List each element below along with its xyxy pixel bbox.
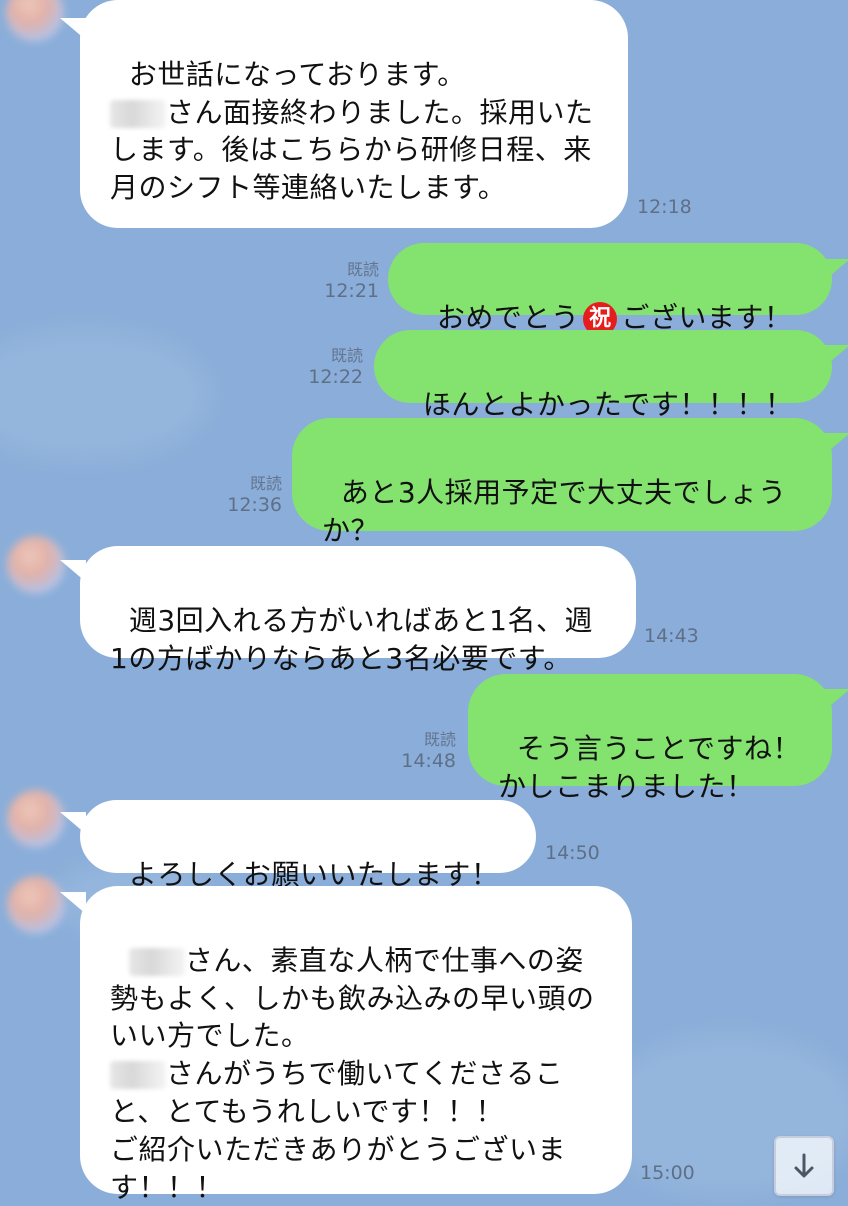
bubble-tail [824,345,848,367]
message-bubble-outgoing[interactable]: おめでとう祝ございます！ [388,243,832,336]
message-text: ほんとよかったです！！！！ [422,387,794,421]
timestamp: 14:43 [644,625,699,647]
message-meta: 既読 12:36 [224,474,282,518]
message-bubble-incoming[interactable]: 週3回入れる方がいればあと1名、週1の方ばかりならあと3名必要です。 [80,546,636,675]
message-bubble-outgoing[interactable]: あと3人採用予定で大丈夫でしょうか？ [292,418,832,547]
blurred-name [110,1061,166,1090]
message-text: 週3回入れる方がいればあと1名、週1の方ばかりならあと3名必要です。 [110,603,593,675]
bubble-tail [824,259,848,281]
avatar[interactable] [7,536,65,594]
message-bubble-outgoing[interactable]: ほんとよかったです！！！！ [374,330,832,421]
read-receipt: 既読 [423,730,456,749]
message-text: さん面接終わりました。採用いたします。後はこちらから研修日程、来月のシフト等連絡… [110,95,594,205]
read-receipt: 既読 [249,474,282,493]
scroll-to-bottom-button[interactable] [774,1136,834,1196]
message-text: さんがうちで働いてくださること、とてもうれしいです！！！ ご紹介いただきありがと… [110,1057,567,1204]
read-receipt: 既読 [346,260,379,279]
message-meta: 14:43 [644,625,699,649]
avatar[interactable] [7,790,65,848]
message-bubble-incoming[interactable]: よろしくお願いいたします！ [80,800,536,891]
blurred-name [128,947,185,976]
background-cloud [0,330,210,460]
message-bubble-incoming[interactable]: さん、素直な人柄で仕事への姿勢もよく、しかも飲み込みの早い頭のいい方でした。 さ… [80,886,632,1204]
message-text: あと3人採用予定で大丈夫でしょうか？ [322,475,787,547]
message-meta: 既読 14:48 [398,730,456,774]
message-meta: 12:18 [637,196,692,220]
timestamp: 14:50 [545,842,600,864]
timestamp: 14:48 [401,750,456,772]
read-receipt: 既読 [330,346,363,365]
message-text: そう言うことですね！ かしこまりました！ [498,731,801,803]
message-text: おめでとう [436,300,580,334]
timestamp: 15:00 [640,1162,695,1184]
avatar[interactable] [7,876,65,934]
message-meta: 既読 12:22 [305,346,363,390]
message-meta: 14:50 [545,842,600,866]
timestamp: 12:22 [308,366,363,388]
bubble-tail [824,689,848,711]
message-text: ございます！ [621,300,793,334]
message-meta: 既読 12:21 [321,260,379,304]
message-bubble-outgoing[interactable]: そう言うことですね！ かしこまりました！ [468,674,832,803]
arrow-down-icon [794,1153,814,1178]
message-meta: 15:00 [640,1162,695,1186]
blurred-name [110,99,166,128]
bubble-tail [824,433,848,455]
message-bubble-incoming[interactable]: お世話になっております。 さん面接終わりました。採用いたします。後はこちらから研… [80,0,628,228]
avatar[interactable] [6,0,64,42]
timestamp: 12:36 [227,494,282,516]
timestamp: 12:21 [324,280,379,302]
timestamp: 12:18 [637,196,692,218]
message-text: お世話になっております。 [128,57,466,91]
